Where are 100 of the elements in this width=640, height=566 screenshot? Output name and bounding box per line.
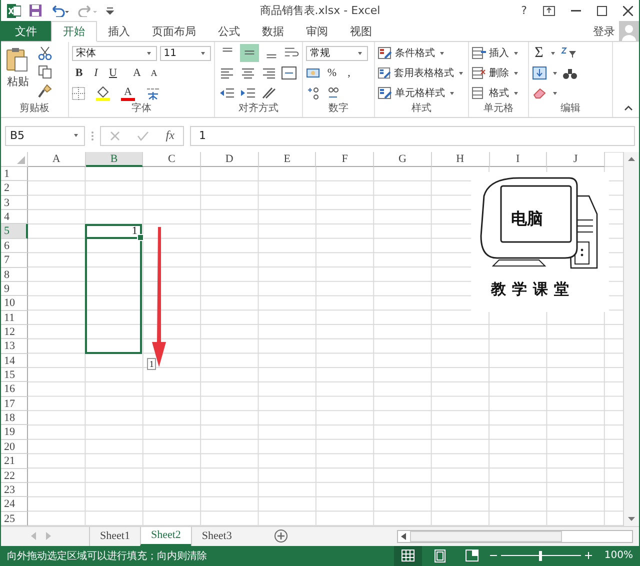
row-header[interactable]: 4 xyxy=(1,210,28,224)
column-header[interactable]: E xyxy=(258,152,316,167)
row-header[interactable]: 12 xyxy=(1,324,28,340)
column-header[interactable]: H xyxy=(432,152,490,167)
column-header[interactable]: G xyxy=(374,152,432,167)
row-header[interactable]: 2 xyxy=(1,181,28,196)
row-header[interactable]: 6 xyxy=(1,238,28,254)
cut-icon[interactable] xyxy=(38,46,52,60)
row-header[interactable]: 14 xyxy=(1,354,28,368)
ribbon-tab[interactable]: 插入 xyxy=(97,21,141,41)
scrollbar-thumb[interactable] xyxy=(410,530,562,542)
ribbon-tab[interactable]: 公式 xyxy=(207,21,251,41)
close-icon[interactable] xyxy=(623,6,633,16)
row-header[interactable]: 3 xyxy=(1,196,28,210)
table-cell[interactable] xyxy=(84,282,142,296)
table-cell[interactable] xyxy=(84,268,142,282)
scroll-down-icon[interactable] xyxy=(628,516,635,522)
row-header[interactable]: 19 xyxy=(1,425,28,440)
font-color-button[interactable]: A xyxy=(121,86,135,100)
ribbon-tab[interactable]: 开始 xyxy=(51,21,97,42)
customize-caret-icon[interactable] xyxy=(106,6,114,16)
column-header[interactable]: C xyxy=(143,152,202,167)
orientation-icon[interactable] xyxy=(260,86,278,100)
increase-indent-icon[interactable] xyxy=(239,86,257,100)
align-left-icon[interactable] xyxy=(218,66,236,80)
add-sheet-icon[interactable] xyxy=(274,529,288,544)
save-icon[interactable] xyxy=(29,4,42,17)
row-header[interactable]: 23 xyxy=(1,482,28,498)
minimize-icon[interactable] xyxy=(571,10,581,12)
column-header[interactable]: I xyxy=(490,152,548,167)
column-header[interactable]: F xyxy=(316,152,374,167)
row-header[interactable]: 22 xyxy=(1,468,28,483)
currency-icon[interactable] xyxy=(306,66,322,80)
normal-view-icon[interactable] xyxy=(394,546,422,566)
sign-in-link[interactable]: 登录 xyxy=(589,21,619,41)
row-header[interactable]: 16 xyxy=(1,382,28,397)
drag-handle-icon[interactable] xyxy=(91,130,94,140)
insert-function-button[interactable]: fx xyxy=(166,128,174,143)
zoom-level[interactable]: 100% xyxy=(604,550,633,562)
format-painter-icon[interactable] xyxy=(38,84,52,98)
eraser-icon[interactable] xyxy=(532,86,548,100)
mid-align-icon[interactable] xyxy=(240,44,259,62)
column-header[interactable]: B xyxy=(86,152,144,167)
paste-button[interactable]: 粘贴 xyxy=(4,44,32,91)
table-cell[interactable] xyxy=(84,324,142,340)
row-header[interactable]: 8 xyxy=(1,268,28,282)
row-header[interactable]: 9 xyxy=(1,282,28,296)
cells-menu-button[interactable]: 插入 xyxy=(472,44,525,62)
underline-button[interactable]: U xyxy=(106,65,120,81)
file-tab[interactable]: 文件 xyxy=(1,21,51,41)
phonetic-guide-icon[interactable] xyxy=(145,86,161,100)
table-cell[interactable] xyxy=(84,310,142,325)
percent-button[interactable]: % xyxy=(325,65,339,81)
row-header[interactable]: 18 xyxy=(1,411,28,426)
decrease-indent-icon[interactable] xyxy=(218,86,236,100)
maximize-icon[interactable] xyxy=(597,6,607,16)
undo-icon[interactable] xyxy=(50,4,70,16)
row-header[interactable]: 25 xyxy=(1,512,28,526)
help-button[interactable]: ? xyxy=(521,4,527,17)
table-cell[interactable]: 1 xyxy=(84,224,142,239)
row-header[interactable]: 1 xyxy=(1,167,28,182)
align-right-icon[interactable] xyxy=(260,66,278,80)
row-header[interactable]: 7 xyxy=(1,253,28,268)
row-header[interactable]: 5 xyxy=(1,224,28,239)
table-cell[interactable] xyxy=(84,296,142,311)
binoculars-icon[interactable] xyxy=(562,66,578,80)
logo-picture[interactable]: 电脑 教学课堂 xyxy=(471,172,609,312)
shrink-font-button[interactable]: A xyxy=(147,65,161,81)
fill-down-icon[interactable] xyxy=(532,66,548,80)
cells-menu-button[interactable]: 格式 xyxy=(472,84,525,102)
table-cell[interactable] xyxy=(84,238,142,254)
styles-menu-button[interactable]: 单元格样式 xyxy=(378,84,465,102)
sort-filter-icon[interactable] xyxy=(560,46,578,60)
sheet-tab[interactable]: Sheet2 xyxy=(140,526,191,546)
row-header[interactable]: 20 xyxy=(1,440,28,454)
column-header[interactable]: J xyxy=(547,152,605,167)
copy-icon[interactable] xyxy=(38,65,52,79)
number-format-dropdown[interactable]: 常规 xyxy=(306,46,368,60)
row-header[interactable]: 11 xyxy=(1,310,28,325)
cells-menu-button[interactable]: 删除 xyxy=(472,64,525,82)
fill-handle[interactable] xyxy=(137,234,144,241)
row-header[interactable]: 21 xyxy=(1,454,28,469)
borders-icon[interactable] xyxy=(72,86,85,100)
row-header[interactable]: 10 xyxy=(1,296,28,311)
table-cell[interactable] xyxy=(84,253,142,268)
ribbon-display-icon[interactable] xyxy=(543,6,555,16)
column-header[interactable]: D xyxy=(201,152,259,167)
zoom-in-icon[interactable] xyxy=(585,552,592,560)
bold-button[interactable]: B xyxy=(72,65,86,81)
autosum-button[interactable]: Σ xyxy=(532,45,546,61)
font-size-dropdown[interactable]: 11 xyxy=(160,46,211,60)
table-cell[interactable] xyxy=(84,339,142,354)
column-header[interactable]: A xyxy=(28,152,86,167)
comma-style-button[interactable]: , xyxy=(342,65,356,81)
ribbon-tab[interactable]: 审阅 xyxy=(295,21,339,41)
collapse-ribbon-icon[interactable] xyxy=(624,105,633,111)
name-box[interactable]: B5 xyxy=(5,126,85,146)
styles-menu-button[interactable]: 套用表格格式 xyxy=(378,64,465,82)
align-center-icon[interactable] xyxy=(239,66,257,80)
row-header[interactable]: 15 xyxy=(1,368,28,382)
